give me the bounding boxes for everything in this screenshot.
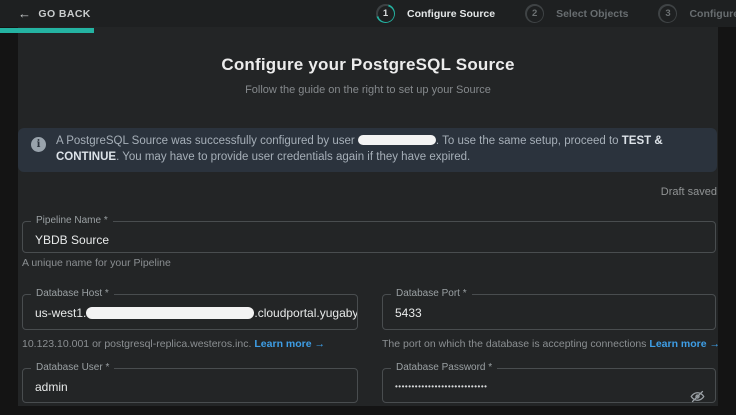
password-visibility-toggle-icon[interactable] — [690, 389, 705, 404]
redacted-user-pill — [358, 135, 436, 145]
step-1-ring-icon: 1 — [376, 4, 395, 23]
database-host-field[interactable]: Database Host * us-west1..cloudportal.yu… — [22, 289, 358, 330]
pipeline-name-input[interactable]: YBDB Source — [23, 226, 715, 247]
configure-source-panel: Configure your PostgreSQL Source Follow … — [18, 27, 718, 406]
masked-password-value: •••••••••••••••••••••••••••• — [395, 382, 487, 391]
go-back-label: GO BACK — [38, 8, 90, 20]
pipeline-name-label: Pipeline Name * — [31, 216, 113, 226]
database-port-label: Database Port * — [391, 289, 472, 299]
pipeline-name-helper: A unique name for your Pipeline — [22, 257, 171, 269]
host-learn-more-link[interactable]: Learn more → — [254, 338, 325, 350]
arrow-right-icon: → — [710, 338, 721, 350]
database-password-field[interactable]: Database Password * ••••••••••••••••••••… — [382, 363, 716, 403]
step-1-label: Configure Source — [407, 8, 495, 20]
step-select-objects[interactable]: 2 Select Objects — [525, 4, 628, 23]
info-banner: i A PostgreSQL Source was successfully c… — [18, 128, 717, 172]
arrow-right-icon: → — [315, 338, 326, 350]
step-configure-destination[interactable]: 3 Configure Destination — [658, 4, 736, 23]
back-arrow-icon: ← — [18, 7, 31, 20]
database-user-field[interactable]: Database User * admin — [22, 363, 358, 403]
database-password-input[interactable]: •••••••••••••••••••••••••••• — [383, 373, 715, 394]
database-user-input[interactable]: admin — [23, 373, 357, 394]
database-port-field[interactable]: Database Port * 5433 — [382, 289, 716, 330]
page-subtitle: Follow the guide on the right to set up … — [18, 84, 718, 96]
banner-text: A PostgreSQL Source was successfully con… — [56, 134, 704, 166]
top-bar: ← GO BACK 1 Configure Source 2 Select Ob… — [0, 0, 736, 27]
step-2-label: Select Objects — [556, 8, 628, 20]
database-port-helper: The port on which the database is accept… — [382, 338, 720, 350]
redacted-host-pill — [86, 307, 254, 319]
database-host-input[interactable]: us-west1..cloudportal.yugabyte.com — [23, 299, 357, 320]
database-host-label: Database Host * — [31, 289, 114, 299]
database-host-helper: 10.123.10.001 or postgresql-replica.west… — [22, 338, 325, 350]
page-title: Configure your PostgreSQL Source — [18, 55, 718, 75]
database-password-label: Database Password * — [391, 363, 497, 373]
info-icon: i — [31, 137, 46, 152]
pipeline-name-field[interactable]: Pipeline Name * YBDB Source — [22, 216, 716, 253]
database-port-input[interactable]: 5433 — [383, 299, 715, 320]
step-2-ring-icon: 2 — [525, 4, 544, 23]
port-learn-more-link[interactable]: Learn more → — [649, 338, 720, 350]
step-3-label: Configure Destination — [689, 8, 736, 20]
go-back-button[interactable]: ← GO BACK — [18, 0, 91, 27]
draft-saved-status: Draft saved — [661, 186, 717, 198]
progress-bar-fill — [0, 28, 94, 33]
step-configure-source[interactable]: 1 Configure Source — [376, 4, 495, 23]
wizard-stepper: 1 Configure Source 2 Select Objects 3 Co… — [376, 0, 736, 27]
database-user-label: Database User * — [31, 363, 114, 373]
step-3-ring-icon: 3 — [658, 4, 677, 23]
